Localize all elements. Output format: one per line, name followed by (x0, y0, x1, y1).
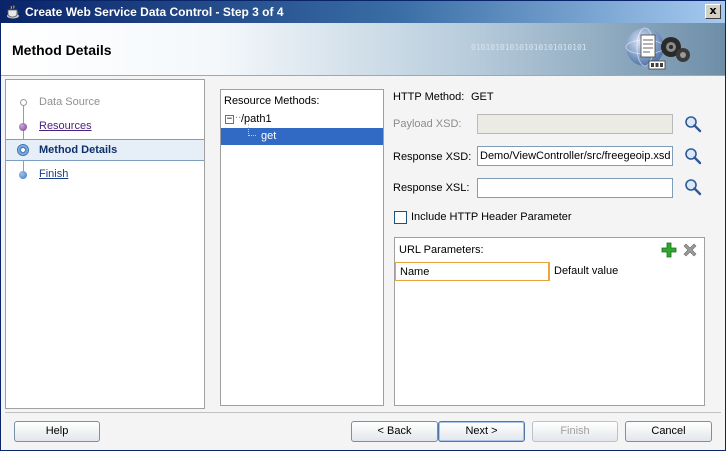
remove-parameter-icon[interactable] (682, 242, 698, 258)
footer-divider (5, 412, 721, 413)
wizard-step-nav: Data Source Resources Method Details Fin… (5, 79, 205, 409)
response-xsl-label: Response XSL: (393, 182, 470, 194)
wizard-header: Method Details 010101010101010101010101 (1, 23, 725, 76)
url-parameters-table-header: Name Default value (395, 262, 704, 281)
payload-xsd-input (477, 114, 673, 134)
http-method-label: HTTP Method: (393, 91, 465, 103)
tree-elbow-connector (248, 124, 256, 136)
method-details-panel: Resource Methods: − ·· /path1 get HTTP M… (207, 79, 723, 409)
page-title: Method Details (12, 42, 112, 58)
wizard-window: Create Web Service Data Control - Step 3… (0, 0, 726, 451)
add-parameter-icon[interactable] (661, 242, 677, 258)
resource-methods-caption: Resource Methods: (224, 95, 320, 107)
tree-node-label: get (261, 130, 277, 142)
nav-step-label: Finish (39, 168, 69, 180)
nav-step-label: Resources (39, 120, 92, 132)
column-header-default-value[interactable]: Default value (549, 262, 704, 281)
step-current-icon (17, 144, 29, 156)
tree-node-get[interactable]: get (221, 124, 383, 145)
column-header-name[interactable]: Name (395, 262, 549, 281)
nav-step-label: Method Details (39, 144, 118, 156)
cancel-button[interactable]: Cancel (625, 421, 712, 442)
include-header-label[interactable]: Include HTTP Header Parameter (411, 211, 572, 223)
header-binary-decoration: 010101010101010101010101 (471, 43, 587, 52)
nav-step-label: Data Source (39, 96, 101, 108)
step-disabled-icon (20, 99, 27, 106)
window-close-button[interactable]: x (705, 4, 721, 19)
resource-methods-panel: Resource Methods: − ·· /path1 get (220, 89, 384, 406)
next-button[interactable]: Next > (438, 421, 525, 442)
response-xsl-input[interactable] (477, 178, 673, 198)
include-header-checkbox[interactable] (394, 211, 407, 224)
tree-node-label: /path1 (241, 113, 272, 125)
back-button[interactable]: < Back (351, 421, 438, 442)
url-parameters-panel: URL Parameters: Name Default value (394, 237, 705, 406)
window-title: Create Web Service Data Control - Step 3… (25, 5, 284, 19)
nav-step-data-source: Data Source (6, 92, 204, 114)
nav-step-resources[interactable]: Resources (6, 116, 204, 138)
step-pending-icon (19, 171, 27, 179)
response-xsd-label: Response XSD: (393, 151, 472, 163)
tree-node-path1[interactable]: − ·· /path1 (221, 112, 383, 128)
http-method-value: GET (471, 91, 494, 103)
help-button[interactable]: Help (14, 421, 100, 442)
finish-button: Finish (532, 421, 618, 442)
collapse-icon[interactable]: − (225, 115, 234, 124)
nav-step-method-details[interactable]: Method Details (6, 139, 204, 161)
web-service-logo-icon (625, 27, 690, 70)
payload-xsd-search-icon[interactable] (684, 115, 702, 133)
url-parameters-caption: URL Parameters: (399, 244, 484, 256)
response-xsd-search-icon[interactable] (684, 147, 702, 165)
step-done-icon (19, 123, 27, 131)
payload-xsd-label: Payload XSD: (393, 118, 462, 130)
title-bar[interactable]: Create Web Service Data Control - Step 3… (1, 1, 725, 23)
response-xsd-input[interactable]: Demo/ViewController/src/freegeoip.xsd (477, 146, 673, 166)
coffee-cup-icon (7, 5, 19, 19)
nav-step-finish[interactable]: Finish (6, 164, 204, 186)
response-xsl-search-icon[interactable] (684, 178, 702, 196)
